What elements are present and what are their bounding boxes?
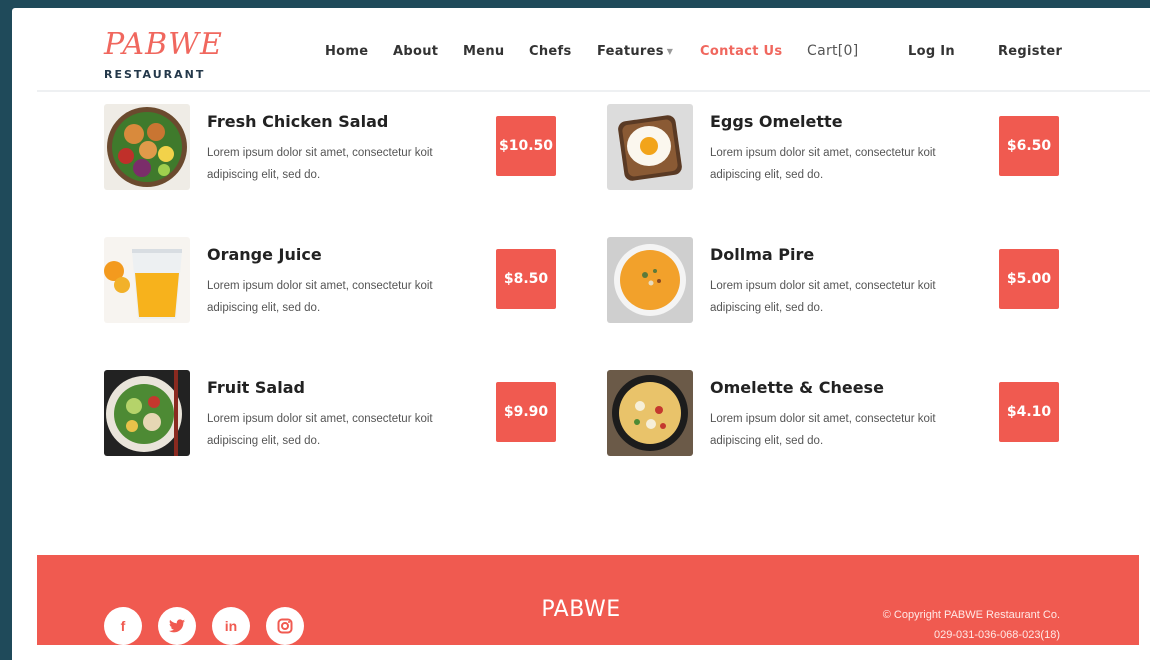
fruit-salad-image bbox=[104, 370, 190, 456]
soup-bowl-image bbox=[607, 237, 693, 323]
menu-item: Dollma Pire Lorem ipsum dolor sit amet, … bbox=[607, 237, 1067, 327]
egg-toast-image bbox=[607, 104, 693, 190]
item-description: Lorem ipsum dolor sit amet, consectetur … bbox=[710, 413, 936, 447]
footer-brand: PABWE bbox=[541, 597, 621, 622]
item-name: Omelette & Cheese bbox=[710, 378, 884, 397]
nav-about[interactable]: About bbox=[393, 44, 438, 59]
menu-item: Fruit Salad Lorem ipsum dolor sit amet, … bbox=[104, 370, 564, 460]
site-header: PABWE RESTAURANT Home About Menu Chefs F… bbox=[12, 8, 1150, 92]
item-name: Fruit Salad bbox=[207, 378, 305, 397]
price-button[interactable]: $10.50 bbox=[496, 116, 556, 176]
main-nav: Home About Menu Chefs Features ▼ Contact … bbox=[12, 43, 1150, 64]
facebook-icon[interactable]: f bbox=[104, 607, 142, 645]
menu-item: Eggs Omelette Lorem ipsum dolor sit amet… bbox=[607, 104, 1067, 194]
phone-number: 029-031-036-068-023(18) bbox=[934, 629, 1060, 641]
copyright-text: © Copyright PABWE Restaurant Co. bbox=[882, 609, 1060, 621]
nav-chefs[interactable]: Chefs bbox=[529, 44, 572, 59]
nav-register[interactable]: Register bbox=[998, 44, 1062, 59]
bottom-strip bbox=[37, 645, 1139, 660]
footer-copyright: © Copyright PABWE Restaurant Co. 029-031… bbox=[883, 605, 1060, 645]
chevron-down-icon: ▼ bbox=[666, 47, 674, 56]
price-button[interactable]: $9.90 bbox=[496, 382, 556, 442]
item-name: Fresh Chicken Salad bbox=[207, 112, 389, 131]
menu-item: Omelette & Cheese Lorem ipsum dolor sit … bbox=[607, 370, 1067, 460]
price-button[interactable]: $8.50 bbox=[496, 249, 556, 309]
nav-features-label: Features bbox=[597, 44, 664, 59]
nav-cart[interactable]: Cart[0] bbox=[807, 43, 859, 59]
twitter-icon[interactable] bbox=[158, 607, 196, 645]
nav-menu[interactable]: Menu bbox=[463, 44, 504, 59]
price-button[interactable]: $4.10 bbox=[999, 382, 1059, 442]
linkedin-icon[interactable]: in bbox=[212, 607, 250, 645]
chicken-salad-image bbox=[104, 104, 190, 190]
item-description: Lorem ipsum dolor sit amet, consectetur … bbox=[207, 413, 433, 447]
nav-login[interactable]: Log In bbox=[908, 44, 955, 59]
item-name: Orange Juice bbox=[207, 245, 322, 264]
nav-home[interactable]: Home bbox=[325, 44, 368, 59]
item-name: Dollma Pire bbox=[710, 245, 815, 264]
price-button[interactable]: $6.50 bbox=[999, 116, 1059, 176]
item-name: Eggs Omelette bbox=[710, 112, 843, 131]
nav-features[interactable]: Features ▼ bbox=[597, 44, 673, 59]
item-description: Lorem ipsum dolor sit amet, consectetur … bbox=[207, 147, 433, 181]
item-description: Lorem ipsum dolor sit amet, consectetur … bbox=[710, 280, 936, 314]
item-description: Lorem ipsum dolor sit amet, consectetur … bbox=[710, 147, 936, 181]
site-footer: f in PABWE © Copyright PABWE Restaurant … bbox=[37, 555, 1139, 645]
omelette-pan-image bbox=[607, 370, 693, 456]
price-button[interactable]: $5.00 bbox=[999, 249, 1059, 309]
header-divider bbox=[37, 90, 1150, 92]
nav-contact[interactable]: Contact Us bbox=[700, 44, 782, 59]
page-frame: PABWE RESTAURANT Home About Menu Chefs F… bbox=[12, 8, 1150, 660]
menu-item: Fresh Chicken Salad Lorem ipsum dolor si… bbox=[104, 104, 564, 194]
orange-juice-image bbox=[104, 237, 190, 323]
logo-subtitle: RESTAURANT bbox=[104, 68, 206, 81]
item-description: Lorem ipsum dolor sit amet, consectetur … bbox=[207, 280, 433, 314]
menu-item: Orange Juice Lorem ipsum dolor sit amet,… bbox=[104, 237, 564, 327]
instagram-icon[interactable] bbox=[266, 607, 304, 645]
